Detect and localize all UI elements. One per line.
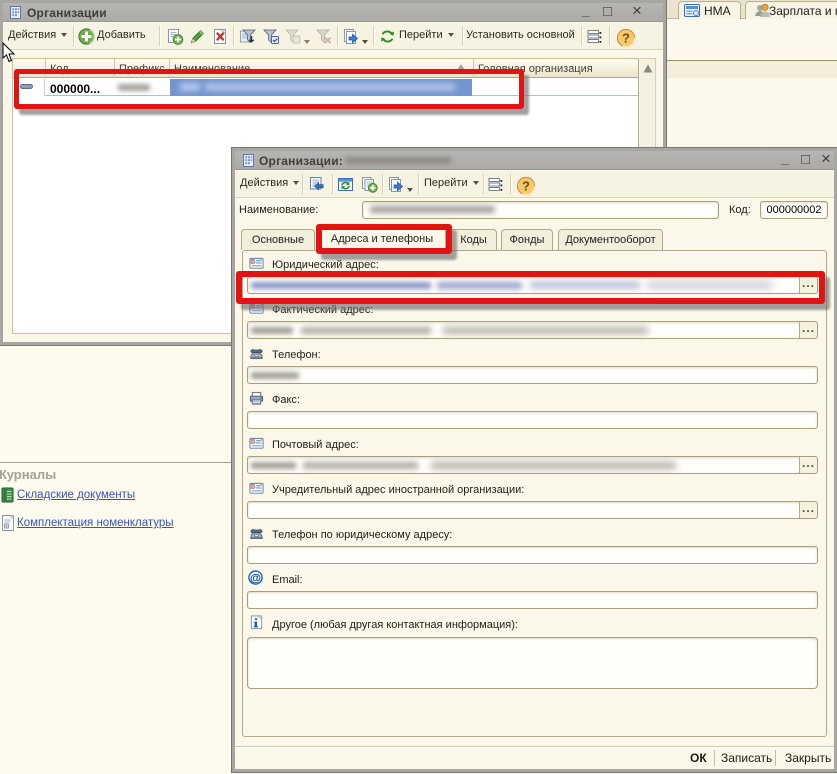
svg-text:?: ? <box>522 179 530 194</box>
svg-text:?: ? <box>622 31 630 46</box>
